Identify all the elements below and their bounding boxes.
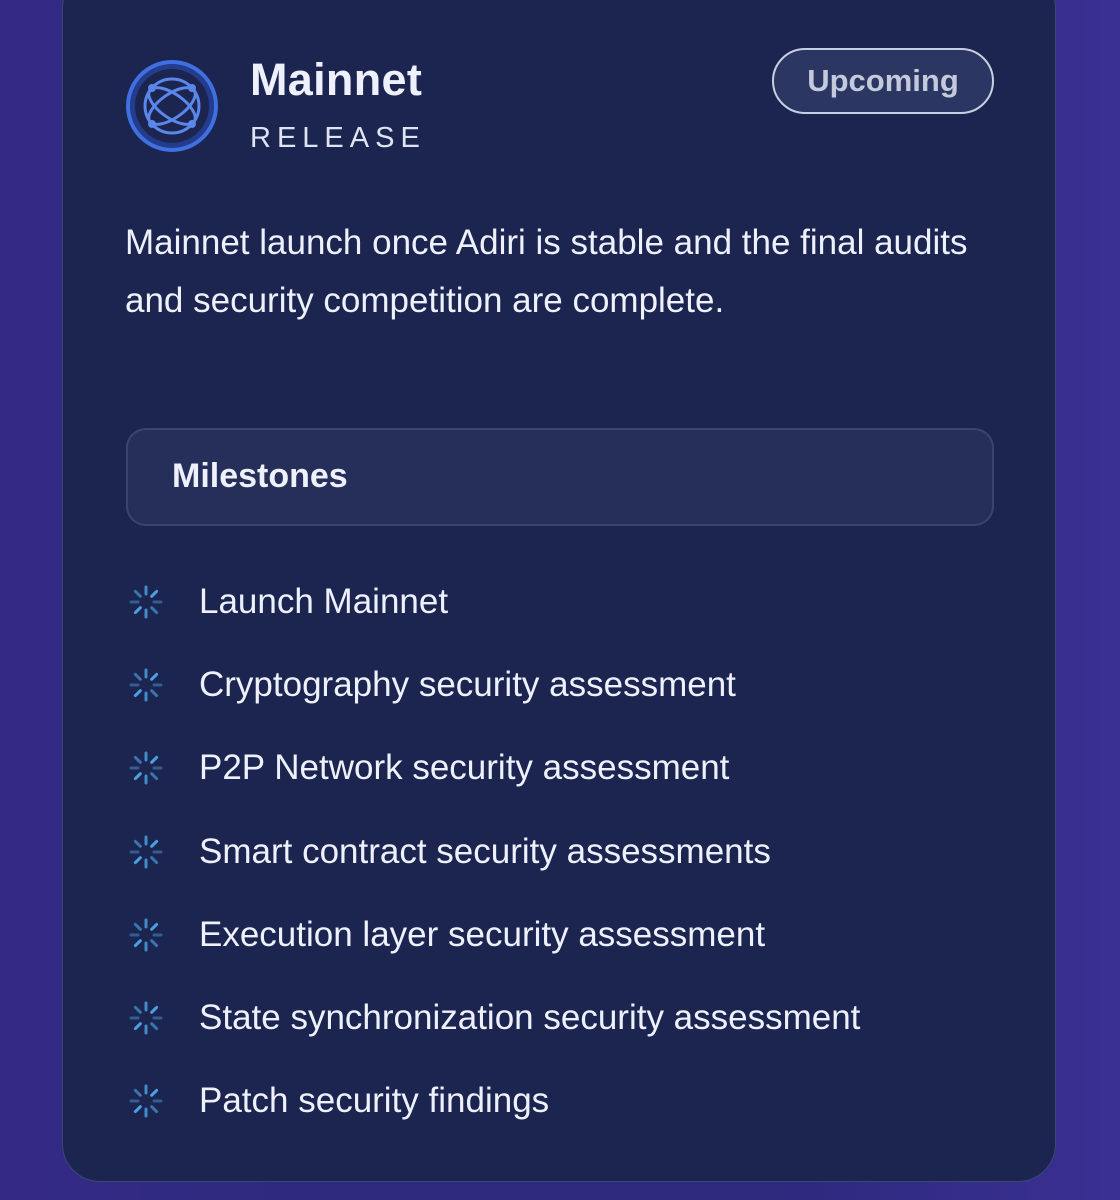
loading-spinner-icon (126, 998, 166, 1038)
milestone-item: P2P Network security assessment (126, 727, 860, 810)
milestones-heading: Milestones (172, 457, 348, 495)
loading-spinner-icon (126, 748, 166, 788)
status-badge: Upcoming (772, 48, 994, 114)
milestone-item: Execution layer security assessment (126, 893, 860, 976)
milestone-label: Launch Mainnet (199, 581, 449, 621)
milestone-item: Patch security findings (126, 1060, 860, 1143)
milestone-label: Execution layer security assessment (199, 914, 766, 954)
milestone-item: Smart contract security assessments (126, 810, 860, 893)
milestone-item: Launch Mainnet (126, 560, 860, 643)
milestone-item: Cryptography security assessment (126, 643, 860, 726)
globe-network-icon (124, 58, 220, 154)
loading-spinner-icon (126, 582, 166, 622)
milestone-list: Launch Mainnet Cryptography security ass… (126, 560, 860, 1143)
milestone-item: State synchronization security assessmen… (126, 976, 860, 1059)
loading-spinner-icon (126, 832, 166, 872)
milestone-label: Patch security findings (199, 1081, 550, 1121)
milestone-label: Cryptography security assessment (199, 664, 736, 704)
loading-spinner-icon (126, 665, 166, 705)
milestone-label: State synchronization security assessmen… (199, 998, 861, 1038)
release-subtitle: RELEASE (250, 122, 426, 154)
milestone-label: Smart contract security assessments (199, 831, 771, 871)
loading-spinner-icon (126, 1081, 166, 1121)
milestone-label: P2P Network security assessment (199, 748, 730, 788)
milestones-header[interactable]: Milestones (126, 428, 994, 526)
loading-spinner-icon (126, 915, 166, 955)
release-description: Mainnet launch once Adiri is stable and … (125, 223, 968, 320)
release-title: Mainnet (250, 54, 423, 105)
